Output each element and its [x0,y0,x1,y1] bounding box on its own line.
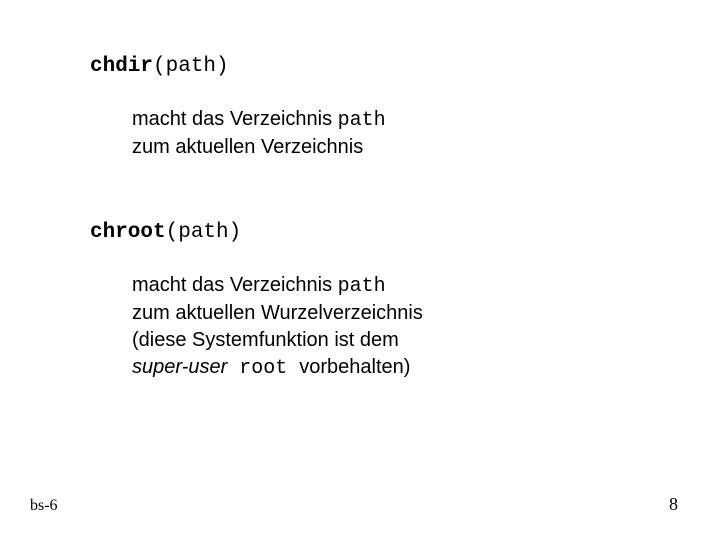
page-number: 8 [669,494,678,515]
footer-left: bs-6 [30,497,58,515]
desc-chroot: macht das Verzeichnis path zum aktuellen… [132,272,650,382]
func-args: (path) [166,221,242,244]
desc-text: zum aktuellen Wurzelverzeichnis [132,302,423,324]
function-chdir: chdir(path) [90,55,650,78]
desc-text: (diese Systemfunktion ist dem [132,329,399,351]
desc-code: path [338,109,386,132]
desc-chdir: macht das Verzeichnis path zum aktuellen… [132,106,650,161]
func-name: chdir [90,55,153,78]
desc-text: vorbehalten) [299,356,410,378]
desc-italic: super-user [132,356,227,378]
func-args: (path) [153,55,229,78]
desc-code: root [227,357,299,380]
slide-content: chdir(path) macht das Verzeichnis path z… [90,55,650,382]
function-chroot: chroot(path) [90,221,650,244]
desc-text: zum aktuellen Verzeichnis [132,136,363,158]
desc-text: macht das Verzeichnis [132,274,338,296]
desc-text: macht das Verzeichnis [132,108,338,130]
desc-code: path [338,275,386,298]
func-name: chroot [90,221,166,244]
